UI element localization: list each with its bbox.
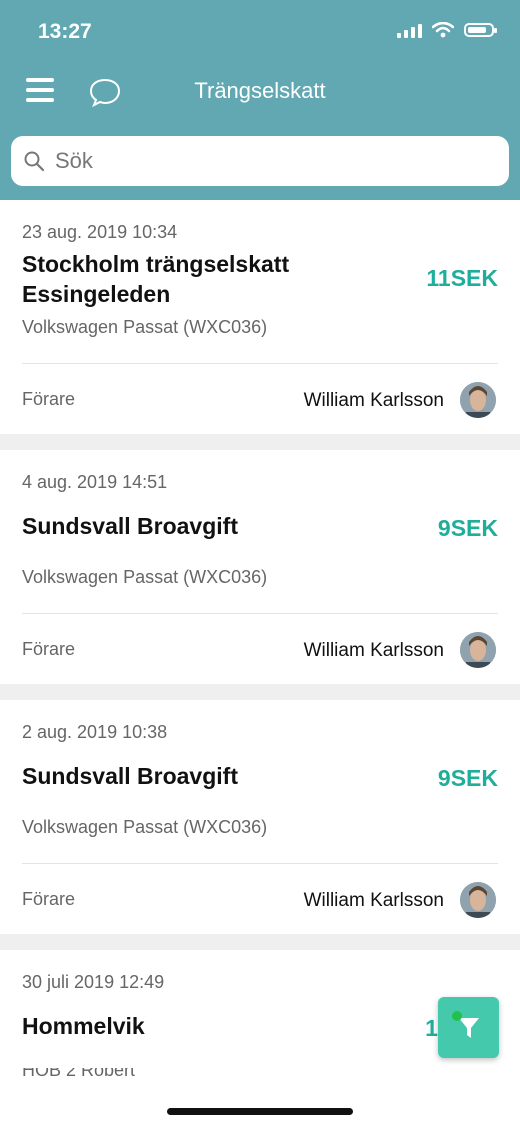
toll-date: 30 juli 2019 12:49: [22, 972, 165, 992]
card-divider: [22, 863, 498, 864]
vehicle-name: HOB 2 Robert: [22, 1068, 136, 1080]
vehicle-name: Volkswagen Passat (WXC036): [22, 817, 268, 837]
partial-list-item: HOB 2 Robert: [0, 1068, 520, 1126]
toll-card[interactable]: 2 aug. 2019 10:38 Sundsvall Broavgift 9S…: [0, 700, 520, 934]
toll-place: Sundsvall Broavgift: [22, 763, 238, 789]
driver-label: Förare: [22, 639, 76, 659]
card-divider: [22, 363, 498, 364]
toll-amount: 9SEK: [437, 765, 498, 791]
toll-date: 2 aug. 2019 10:38: [22, 722, 168, 742]
toll-date: 4 aug. 2019 14:51: [22, 472, 168, 492]
home-indicator: [167, 1108, 353, 1115]
toll-place: Hommelvik: [22, 1013, 145, 1039]
driver-name: William Karlsson: [303, 390, 444, 411]
vehicle-name: Volkswagen Passat (WXC036): [22, 567, 268, 587]
toll-amount: 9SEK: [437, 515, 498, 541]
toll-date: 23 aug. 2019 10:34: [22, 222, 178, 242]
driver-avatar: [460, 382, 496, 418]
toll-place: Sundsvall Broavgift: [22, 513, 238, 539]
toll-place: Stockholm trängselskatt Essingeleden: [22, 251, 290, 307]
driver-name: William Karlsson: [303, 890, 444, 911]
app-header: 13:27 Trängselskatt: [0, 0, 520, 200]
driver-label: Förare: [22, 889, 76, 909]
toll-amount: 11SEK: [426, 265, 498, 291]
battery-icon: [464, 23, 497, 37]
status-time: 13:27: [38, 20, 92, 43]
vehicle-name: Volkswagen Passat (WXC036): [22, 317, 268, 337]
active-filter-dot: [452, 1011, 462, 1021]
status-icons: [397, 22, 497, 38]
search-input[interactable]: [53, 147, 477, 175]
driver-name: William Karlsson: [303, 640, 444, 661]
toll-card[interactable]: 23 aug. 2019 10:34 Stockholm trängselska…: [0, 200, 520, 434]
driver-label: Förare: [22, 389, 76, 409]
toll-list: 23 aug. 2019 10:34 Stockholm trängselska…: [0, 200, 520, 1068]
search-icon: [24, 151, 45, 172]
signal-icon: [397, 22, 422, 38]
page-title: Trängselskatt: [194, 78, 326, 103]
filter-button[interactable]: [438, 997, 499, 1058]
wifi-icon: [432, 22, 454, 38]
toll-card[interactable]: 4 aug. 2019 14:51 Sundsvall Broavgift 9S…: [0, 450, 520, 684]
driver-avatar: [460, 632, 496, 668]
driver-avatar: [460, 882, 496, 918]
search-bar[interactable]: [11, 136, 509, 186]
card-divider: [22, 613, 498, 614]
